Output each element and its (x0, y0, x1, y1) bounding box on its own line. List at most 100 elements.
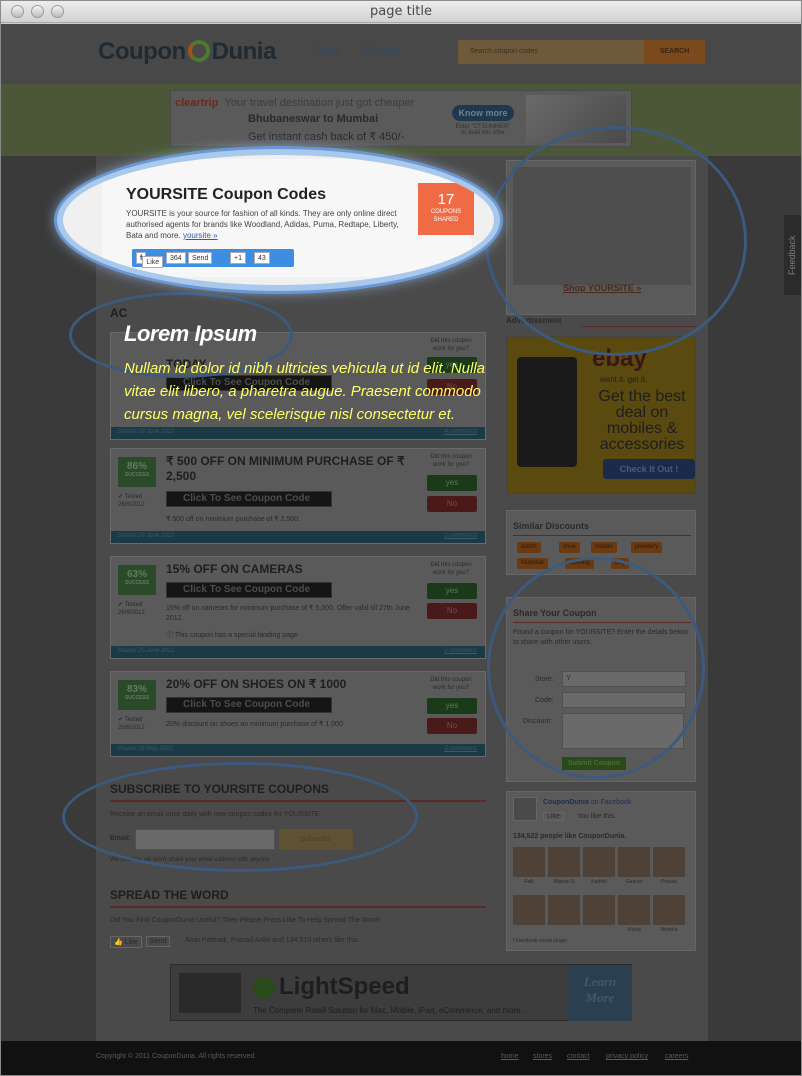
tag-footwear[interactable]: footwear (517, 558, 549, 569)
fb-like-count: 364 (166, 252, 186, 264)
coupon-yes-button[interactable]: yes (427, 698, 477, 714)
highlight-ring (62, 762, 418, 872)
fb-you-like: You like this. (577, 813, 617, 820)
fan-name: Mignon S (553, 879, 575, 885)
highlight-ring (485, 126, 747, 356)
coupon-comments-link[interactable]: 4 comments (444, 429, 477, 435)
success-label: SUCCESS (124, 695, 150, 701)
fan-avatar[interactable] (583, 847, 615, 877)
fb-like-box-button[interactable]: Like (543, 812, 564, 821)
footer-link-careers[interactable]: careers (665, 1053, 688, 1060)
see-coupon-code-button[interactable]: Click To See Coupon Code (166, 697, 332, 713)
check-icon: ✔ (118, 494, 124, 500)
footer-link-home[interactable]: home (501, 1053, 519, 1060)
fb-page-name[interactable]: CouponDunia on Facebook (543, 799, 631, 806)
lightspeed-ad[interactable]: LightSpeed The Complete Retail Solution … (170, 964, 632, 1021)
coupon-comments-link[interactable]: 3 comments (444, 746, 477, 752)
coupon-card: 86% SUCCESS ✔ Tested 26/6/2012 ₹ 500 OFF O… (110, 448, 486, 544)
devices-image (179, 973, 241, 1013)
tag-mobile[interactable]: mobile (591, 542, 617, 553)
fan-avatar[interactable] (618, 895, 650, 925)
close-window-button[interactable] (11, 5, 24, 18)
fb-like-button[interactable]: 👍 Like (110, 936, 142, 948)
coupon-description: 15% off on cameras for minimum purchase … (166, 605, 410, 622)
fan-avatar[interactable] (618, 847, 650, 877)
coupon-no-button[interactable]: No (427, 496, 477, 512)
coupons-shared-count: 17 COUPONS SHARED (418, 183, 474, 235)
fb-on-label: on Facebook (590, 799, 632, 806)
fan-avatar[interactable] (583, 895, 615, 925)
coupon-feedback-question: Did this coupon work for you? (430, 454, 472, 468)
footer-link-contact[interactable]: contact (567, 1053, 590, 1060)
site-logo[interactable]: Coupon Dunia (98, 38, 276, 66)
zoom-window-button[interactable] (51, 5, 64, 18)
lightspeed-brand: LightSpeed (279, 973, 410, 1000)
fan-avatar[interactable] (653, 847, 685, 877)
success-percent: 63% (126, 569, 147, 580)
fb-like-button[interactable]: f Like (136, 252, 164, 268)
footer-link-privacy[interactable]: privacy policy (606, 1053, 648, 1060)
fan-avatar[interactable] (548, 847, 580, 877)
minimize-window-button[interactable] (31, 5, 44, 18)
coupon-yes-button[interactable]: yes (427, 583, 477, 599)
logo-ring-icon (187, 40, 210, 62)
shared-label: SHARED (433, 217, 459, 223)
fb-send-button[interactable]: Send (146, 936, 171, 947)
see-coupon-code-button[interactable]: Click To See Coupon Code (166, 582, 332, 598)
coupon-no-button[interactable]: No (427, 718, 477, 734)
see-coupon-code-button[interactable]: Click To See Coupon Code (166, 491, 332, 507)
coupon-no-button[interactable]: No (427, 603, 477, 619)
tag-watch[interactable]: watch (517, 542, 541, 553)
success-percent: 83% (126, 684, 147, 695)
coupon-description: ₹ 500 off on minimum purchase of ₹ 2,500… (166, 516, 301, 523)
coupon-title: ₹ 500 OFF ON MINIMUM PURCHASE OF ₹ 2,500 (166, 454, 405, 483)
coupon-comments-link[interactable]: 2 comments (444, 648, 477, 654)
search-button[interactable]: SEARCH (644, 40, 705, 64)
site-footer: Copyright © 2011 CouponDunia. All rights… (1, 1041, 801, 1075)
tested-info: ✔ Tested 26/6/2012 (118, 716, 145, 732)
fan-avatar[interactable] (513, 895, 545, 925)
ebay-ad[interactable]: ebay want it. get it. Get the best deal … (506, 336, 696, 494)
logo-text-right: Dunia (211, 38, 277, 65)
ebay-tagline: want it. get it. (600, 375, 648, 384)
fb-like-count: 134,522 people like CouponDunia. (513, 833, 627, 840)
know-more-button[interactable]: Know more (452, 105, 514, 121)
fan-avatar[interactable] (548, 895, 580, 925)
fan-avatar[interactable] (513, 847, 545, 877)
google-plus-button[interactable]: +1 (230, 252, 246, 264)
store-link[interactable]: yoursite » (183, 231, 218, 240)
landing-page-text[interactable]: This coupon has a special landing page (175, 632, 298, 639)
landing-page-note: ⓘ This coupon has a special landing page (166, 631, 426, 641)
fan-name: Vishal (627, 927, 641, 933)
tag-jewellery[interactable]: jewellery (631, 542, 663, 553)
check-it-out-button[interactable]: Check It Out ! (603, 459, 695, 479)
ad-note-line2: to avail this offer (461, 130, 505, 136)
footer-link-stores[interactable]: stores (533, 1053, 552, 1060)
coupon-comments-link[interactable]: 1 comments (444, 533, 477, 539)
coupon-shared-date: Shared 26 June 2012 (117, 533, 175, 539)
nav-contact[interactable]: Contact (365, 46, 399, 57)
divider (513, 535, 691, 536)
search-input[interactable]: Search coupon codes (458, 40, 644, 64)
spread-heading: SPREAD THE WORD (110, 888, 229, 902)
coupon-yes-button[interactable]: yes (427, 475, 477, 491)
tag-shoe[interactable]: shoe (559, 542, 581, 553)
fb-send-button[interactable]: Send (188, 252, 213, 264)
success-badge: 83% SUCCESS (118, 680, 156, 710)
spread-text: Did You Find CouponDunia Useful? Then Pl… (110, 917, 381, 924)
fb-social-plugin-label: f Facebook social plugin (513, 938, 567, 944)
cleartrip-logo: cleartrip (175, 97, 219, 109)
lightspeed-subtitle: The Complete Retail Solution for Mac, Mo… (253, 1006, 528, 1015)
learn-more-button[interactable]: Learn More (568, 965, 632, 1021)
store-info-spotlight: YOURSITE Coupon Codes YOURSITE is your s… (57, 149, 500, 291)
fan-avatar[interactable] (653, 895, 685, 925)
thumbs-up-icon: 👍 (114, 939, 123, 946)
tested-label: Tested (124, 494, 143, 500)
fan-name: Prasad (661, 879, 677, 885)
coupon-shared-date: Shared 28 May 2012 (117, 746, 173, 752)
coupon-footer: 3 comments Shared 28 May 2012 (111, 744, 485, 756)
coupon-shared-date: Shared 25 June 2012 (117, 648, 175, 654)
feedback-tab[interactable]: Feedback (784, 215, 801, 295)
nav-stores[interactable]: Stores (312, 46, 341, 57)
social-share-bar: f Like 364 Send +1 43 (132, 249, 294, 268)
